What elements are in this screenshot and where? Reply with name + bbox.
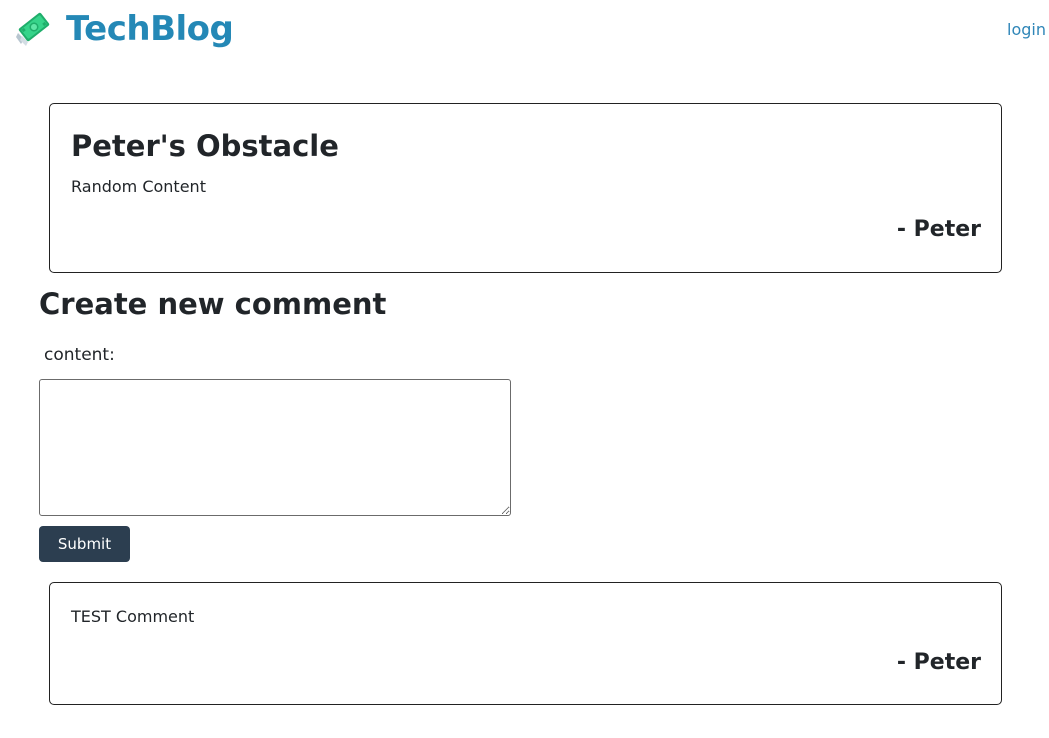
comment-author: - Peter: [896, 650, 981, 675]
brand-title[interactable]: TechBlog: [66, 7, 234, 51]
login-link[interactable]: login: [1007, 19, 1046, 41]
content-label: content:: [44, 345, 115, 365]
site-header: TechBlog login: [0, 0, 1049, 62]
comment-content-input[interactable]: [39, 379, 511, 516]
comment-content: TEST Comment: [71, 607, 195, 626]
post-author: - Peter: [896, 217, 981, 242]
post-card: Peter's Obstacle Random Content - Peter: [49, 103, 1002, 273]
post-content: Random Content: [71, 177, 206, 196]
comment-form-heading: Create new comment: [39, 287, 387, 321]
comment-card: TEST Comment - Peter: [49, 582, 1002, 705]
money-with-wings-icon[interactable]: [14, 9, 52, 47]
submit-button[interactable]: Submit: [39, 526, 130, 562]
post-title: Peter's Obstacle: [71, 129, 339, 163]
